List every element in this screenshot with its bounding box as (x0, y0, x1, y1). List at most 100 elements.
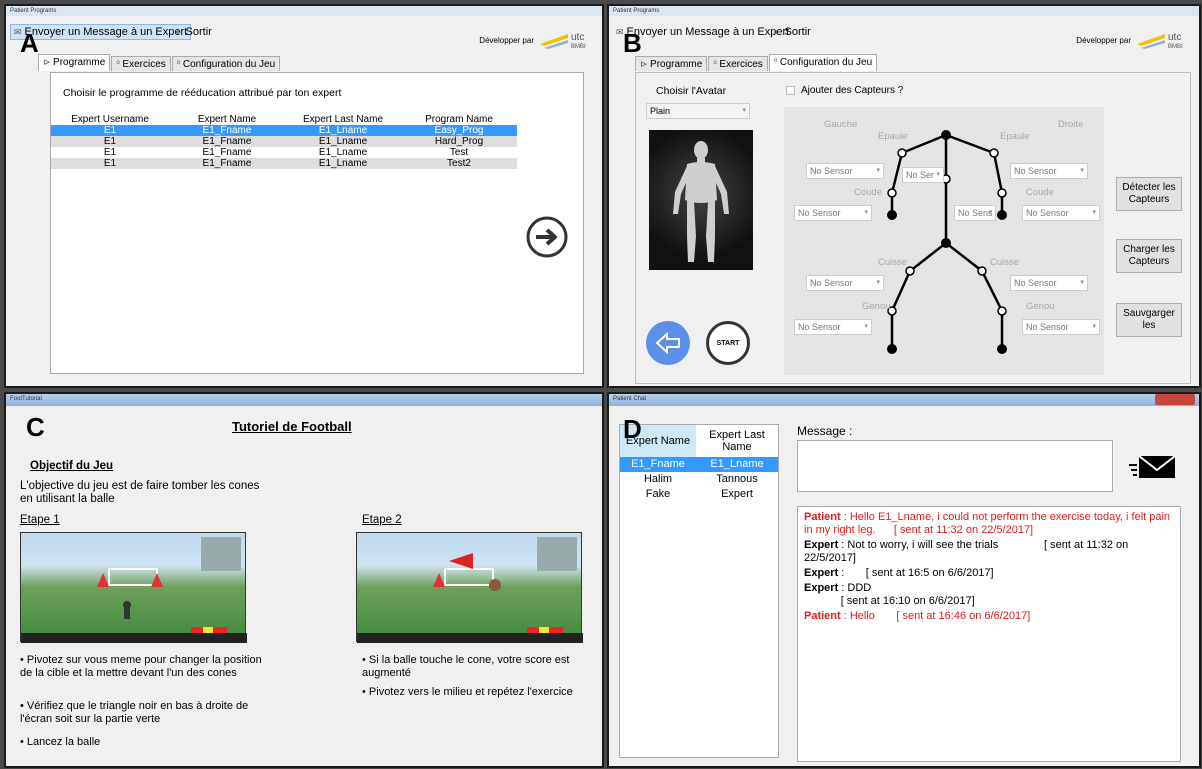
tab-programme[interactable]: ⊳ Programme (38, 54, 111, 71)
chat-timestamp: [ sent at 16:5 on 6/6/2017] (865, 567, 994, 579)
experts-table: Expert Name Expert Last Name E1_Fname E1_… (620, 425, 778, 502)
col-expert-last-name: Expert Last Name (709, 429, 765, 453)
window-titlebar: Patient Programs (6, 6, 602, 16)
sensor-select-thigh-right[interactable]: No Sensor (1010, 275, 1088, 291)
col-expert-last-name: Expert Last Name (302, 113, 384, 125)
developer-label: Développer par (1076, 36, 1131, 45)
sensor-select-elbow-left[interactable]: No Sensor (794, 205, 872, 221)
cell-username: E1 (103, 147, 117, 158)
avatar-label: Choisir l'Avatar (656, 85, 727, 97)
objective-heading: Objectif du Jeu (30, 460, 114, 472)
step1-point-2: • Vérifiez que le triangle noir en bas à… (20, 700, 249, 725)
panel-b-configuration: Patient Programs B ✉ Envoyer un Message … (607, 4, 1201, 388)
panel-a-programme: Patient Programs A ✉ Envoyer un Message … (4, 4, 604, 388)
list-item[interactable]: Halim Tannous (620, 472, 778, 487)
chat-message: Expert : DDD [ sent at 16:10 on 6/6/2017… (804, 582, 1174, 608)
menu-exit-label: Sortir (784, 26, 811, 38)
tutorial-title: Tutoriel de Football (232, 419, 352, 434)
cell-last-name: E1_Lname (285, 158, 401, 169)
tab-exercices[interactable]: ⁰ Exercices (111, 56, 171, 71)
chat-message: Expert : [ sent at 16:5 on 6/6/2017] (804, 567, 1174, 580)
panel-label-b: B (623, 28, 642, 58)
expert-name-cell: E1_Fname (620, 457, 696, 472)
svg-text:utc: utc (1168, 32, 1181, 43)
sensor-select-trunk[interactable]: No Ser (902, 167, 944, 183)
tab-exercices-label: Exercices (719, 59, 763, 70)
chat-timestamp: [ sent at 16:46 on 6/6/2017] (896, 610, 1031, 622)
table-row[interactable]: E1 E1_Fname E1_Lname Test2 (51, 158, 517, 169)
tab-configuration[interactable]: ⁰ Configuration du Jeu (171, 56, 281, 71)
tab-exercices[interactable]: ⁰ Exercices (708, 56, 768, 71)
tab-programme-label: Programme (53, 57, 106, 68)
step1-screenshot (20, 532, 247, 643)
cell-program: Easy_Prog (401, 125, 517, 136)
expert-name-cell: Halim (643, 473, 673, 485)
arrow-right-icon (526, 216, 568, 258)
table-row[interactable]: E1 E1_Fname E1_Lname Hard_Prog (51, 136, 517, 147)
menu-exit[interactable]: ⇤ Sortir (771, 24, 814, 40)
sensor-select-thigh-left[interactable]: No Sensor (806, 275, 884, 291)
chat-sender: Patient (804, 610, 841, 622)
col-expert-name: Expert Name (197, 113, 257, 125)
chat-text: : DDD (838, 582, 872, 594)
detect-sensors-button[interactable]: Détecter les Capteurs (1116, 177, 1182, 211)
side-right-label: Droite (1058, 119, 1084, 130)
svg-text:utc: utc (571, 32, 584, 43)
step2-point-2: • Pivotez vers le milieu et repétez l'ex… (362, 686, 573, 698)
sensor-select-spine[interactable]: No Sens (954, 205, 996, 221)
sensor-select-elbow-right[interactable]: No Sensor (1022, 205, 1100, 221)
list-item[interactable]: Fake Expert (620, 487, 778, 502)
window-close-button[interactable] (1155, 394, 1195, 405)
avatar-select[interactable]: Plain (646, 103, 750, 119)
sensor-checkbox[interactable]: Ajouter des Capteurs ? (786, 85, 903, 96)
developer-label: Développer par (479, 36, 534, 45)
side-left-label: Gauche (824, 119, 858, 130)
tab-configuration[interactable]: ⁰ Configuration du Jeu (768, 54, 878, 71)
cell-username: E1 (51, 125, 169, 136)
elbow-right-label: Coude (1026, 187, 1054, 198)
sensor-select-knee-right[interactable]: No Sensor (1022, 319, 1100, 335)
cell-last-name: E1_Lname (285, 136, 401, 147)
sensor-select-knee-left[interactable]: No Sensor (794, 319, 872, 335)
thigh-right-label: Cuisse (990, 257, 1020, 268)
sensor-select-shoulder-left[interactable]: No Sensor (806, 163, 884, 179)
send-envelope-icon (1129, 455, 1176, 478)
experts-list: Expert Name Expert Last Name E1_Fname E1_… (619, 424, 779, 758)
chat-history: Patient : Hello E1_Lname, i could not pe… (797, 506, 1181, 762)
sensor-select-shoulder-right[interactable]: No Sensor (1010, 163, 1088, 179)
expert-last-name-cell: E1_Lname (696, 457, 778, 472)
table-row[interactable]: E1 E1_Fname E1_Lname Easy_Prog (51, 125, 517, 136)
col-program-name: Program Name (425, 113, 493, 125)
tab-strip: ⊳ Programme ⁰ Exercices ⁰ Configuration … (635, 54, 878, 71)
experts-header-row: Expert Name Expert Last Name (620, 425, 778, 457)
sensor-checkbox-label: Ajouter des Capteurs ? (801, 85, 904, 96)
next-button[interactable] (525, 215, 569, 259)
tab-programme-icon: ⊳ (640, 59, 651, 69)
table-row[interactable]: E1 E1_Fname E1_Lname Test (51, 147, 517, 158)
chat-text: : Hello (840, 610, 875, 622)
list-item[interactable]: E1_Fname E1_Lname (620, 457, 778, 472)
knee-left-label: Genou (862, 301, 891, 312)
save-sensors-button[interactable]: Sauvgarger les (1116, 303, 1182, 337)
window-titlebar: Patient Programs (609, 6, 1199, 16)
tab-exercices-label: Exercices (122, 59, 166, 70)
programme-prompt: Choisir le programme de rééducation attr… (63, 87, 342, 99)
chat-text: : Not to worry, i will see the trials (838, 539, 999, 551)
configuration-tab-body: Choisir l'Avatar Plain START (635, 72, 1191, 384)
message-input[interactable] (797, 440, 1113, 492)
chat-sender: Expert (804, 582, 839, 594)
back-button[interactable] (646, 321, 690, 365)
checkbox-box[interactable] (786, 86, 795, 95)
menu-exit[interactable]: ⇤ Sortir (172, 24, 215, 40)
tab-programme[interactable]: ⊳ Programme (635, 56, 708, 71)
knee-right-label: Genou (1026, 301, 1055, 312)
shoulder-right-label: Epaule (1000, 131, 1030, 142)
table-header-row: Expert Username Expert Name Expert Last … (51, 113, 517, 125)
send-button[interactable] (1127, 450, 1177, 482)
load-sensors-button[interactable]: Charger les Capteurs (1116, 239, 1182, 273)
start-button[interactable]: START (706, 321, 750, 365)
exit-icon: ⇤ (175, 27, 183, 37)
expert-last-name-cell: Tannous (716, 473, 758, 485)
cell-name: E1_Fname (169, 125, 285, 136)
cell-program: Test (449, 147, 469, 158)
